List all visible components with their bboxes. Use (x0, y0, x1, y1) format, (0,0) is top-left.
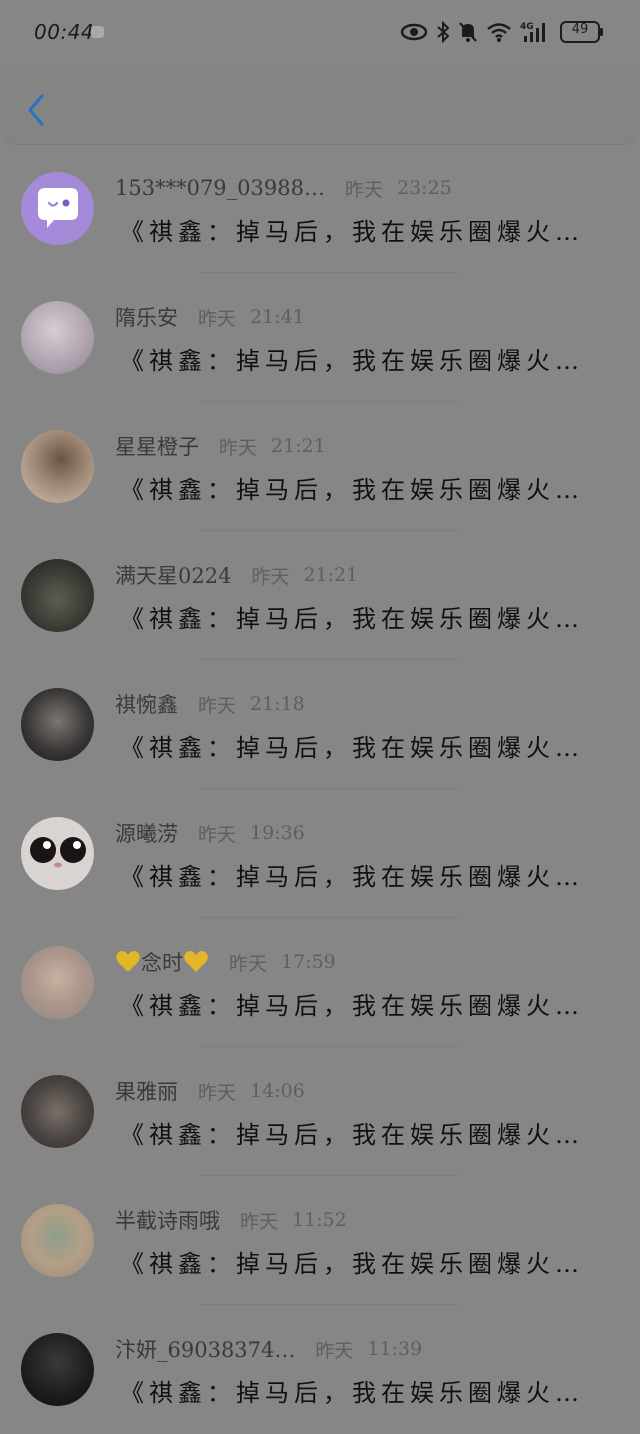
user-name[interactable]: 源曦涝 (115, 818, 178, 848)
post-date: 昨天 (240, 1210, 279, 1233)
avatar (21, 301, 94, 374)
cellular-4g-icon: 4G (520, 20, 550, 44)
post-time: 21:21 (303, 564, 359, 586)
post-time: 21:21 (271, 435, 326, 457)
message-text: 《祺鑫：掉马后，我在娱乐圈爆火… (120, 476, 584, 504)
user-name[interactable]: 153***079_03988… (115, 176, 325, 200)
avatar (21, 559, 94, 632)
user-name[interactable]: 果雅丽 (115, 1076, 178, 1106)
list-item[interactable]: 半截诗雨哦 昨天 11:52 《祺鑫：掉马后，我在娱乐圈爆火… (0, 1176, 640, 1305)
message-text: 《祺鑫：掉马后，我在娱乐圈爆火… (120, 1121, 584, 1149)
post-time: 23:25 (397, 177, 452, 199)
mute-bell-icon (458, 21, 478, 43)
post-date: 昨天 (219, 436, 258, 459)
message-text: 《祺鑫：掉马后，我在娱乐圈爆火… (120, 1379, 584, 1407)
post-time: 21:41 (250, 306, 305, 328)
message-text: 《祺鑫：掉马后，我在娱乐圈爆火… (120, 347, 584, 375)
list-item[interactable]: 153***079_03988… 昨天 23:25 《祺鑫：掉马后，我在娱乐圈爆… (0, 144, 640, 273)
list-item[interactable]: 果雅丽 昨天 14:06 《祺鑫：掉马后，我在娱乐圈爆火… (0, 1047, 640, 1176)
post-time: 21:18 (250, 693, 305, 715)
comment-list: 153***079_03988… 昨天 23:25 《祺鑫：掉马后，我在娱乐圈爆… (0, 144, 640, 1434)
list-item[interactable]: 祺惋鑫 昨天 21:18 《祺鑫：掉马后，我在娱乐圈爆火… (0, 660, 640, 789)
avatar (21, 1075, 94, 1148)
post-time: 17:59 (281, 951, 336, 973)
list-item[interactable]: 满天星0224 昨天 21:21 《祺鑫：掉马后，我在娱乐圈爆火… (0, 531, 640, 660)
avatar (21, 817, 94, 890)
back-button[interactable] (22, 92, 50, 128)
user-name[interactable]: 汴妍_69038374… (115, 1334, 295, 1364)
user-name[interactable]: 隋乐安 (115, 302, 178, 332)
top-bar (0, 64, 640, 145)
message-text: 《祺鑫：掉马后，我在娱乐圈爆火… (120, 218, 584, 246)
list-item[interactable]: 源曦涝 昨天 19:36 《祺鑫：掉马后，我在娱乐圈爆火… (0, 789, 640, 918)
avatar (21, 172, 94, 245)
status-bar: 00:44 4G 49 (0, 0, 640, 64)
notification-icon (91, 26, 104, 38)
post-date: 昨天 (198, 307, 237, 330)
message-text: 《祺鑫：掉马后，我在娱乐圈爆火… (120, 863, 584, 891)
post-time: 14:06 (250, 1080, 305, 1102)
eye-icon (400, 22, 428, 42)
user-name[interactable]: 祺惋鑫 (115, 689, 178, 719)
list-item[interactable]: 汴妍_69038374… 昨天 11:39 《祺鑫：掉马后，我在娱乐圈爆火… (0, 1305, 640, 1434)
post-time: 19:36 (250, 822, 305, 844)
user-name[interactable]: 半截诗雨哦 (115, 1205, 220, 1235)
post-time: 11:52 (292, 1209, 347, 1231)
post-date: 昨天 (198, 823, 237, 846)
chat-bubble-icon (38, 188, 78, 228)
post-date: 昨天 (229, 952, 268, 975)
message-text: 《祺鑫：掉马后，我在娱乐圈爆火… (120, 605, 584, 633)
list-item[interactable]: 念时 昨天 17:59 《祺鑫：掉马后，我在娱乐圈爆火… (0, 918, 640, 1047)
post-date: 昨天 (198, 1081, 237, 1104)
post-time: 11:39 (367, 1338, 423, 1360)
battery-icon: 49 (560, 21, 604, 47)
user-name[interactable]: 星星橙子 (115, 431, 199, 461)
avatar (21, 688, 94, 761)
svg-text:4G: 4G (520, 22, 534, 32)
message-text: 《祺鑫：掉马后，我在娱乐圈爆火… (120, 734, 584, 762)
status-time: 00:44 (34, 20, 95, 44)
battery-level: 49 (571, 22, 589, 37)
message-text: 《祺鑫：掉马后，我在娱乐圈爆火… (120, 992, 584, 1020)
post-date: 昨天 (198, 694, 237, 717)
status-icons: 4G (400, 18, 550, 46)
avatar (21, 1333, 94, 1406)
user-name[interactable]: 念时 (141, 947, 183, 977)
user-name[interactable]: 满天星0224 (115, 560, 231, 590)
bluetooth-icon (436, 21, 450, 43)
message-text: 《祺鑫：掉马后，我在娱乐圈爆火… (120, 1250, 584, 1278)
chevron-left-icon (28, 94, 44, 126)
list-item[interactable]: 星星橙子 昨天 21:21 《祺鑫：掉马后，我在娱乐圈爆火… (0, 402, 640, 531)
avatar (21, 1204, 94, 1277)
list-item[interactable]: 隋乐安 昨天 21:41 《祺鑫：掉马后，我在娱乐圈爆火… (0, 273, 640, 402)
cat-face-icon (30, 837, 86, 868)
post-date: 昨天 (344, 178, 383, 201)
avatar (21, 430, 94, 503)
yellow-heart-icon (184, 951, 208, 972)
wifi-icon (486, 21, 512, 43)
avatar (21, 946, 94, 1019)
yellow-heart-icon (116, 951, 140, 972)
post-date: 昨天 (315, 1339, 354, 1362)
post-date: 昨天 (251, 565, 290, 588)
